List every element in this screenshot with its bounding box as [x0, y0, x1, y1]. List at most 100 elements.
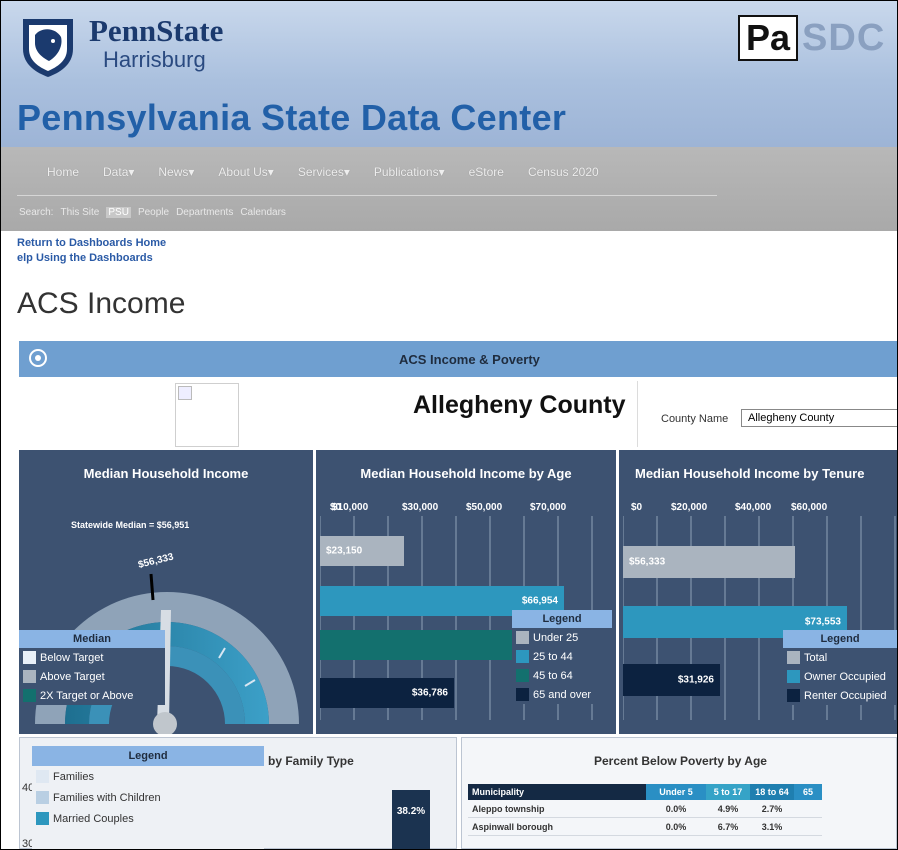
legend-item-2x-target: 2X Target or Above — [19, 686, 165, 705]
nittany-lion-shield-icon[interactable] — [19, 15, 77, 79]
col-under-5[interactable]: Under 5 — [646, 784, 706, 800]
search-scope-this-site[interactable]: This Site — [60, 207, 99, 218]
county-heading: Allegheny County — [413, 391, 626, 419]
col-18-to-64[interactable]: 18 to 64 — [750, 784, 794, 800]
income-by-age-panel: Median Household Income by Age $0 $10,00… — [316, 450, 616, 734]
table-row[interactable]: Aspinwall borough 0.0% 6.7% 3.1% — [468, 817, 822, 836]
nav-item-data[interactable]: Data▾ — [103, 165, 134, 179]
legend-item-25-to-44: 25 to 44 — [512, 647, 612, 666]
cell-value: 3.1% — [750, 817, 794, 836]
gauge-value-label: $56,333 — [137, 551, 175, 571]
dashboard-links: Return to Dashboards Home elp Using the … — [17, 236, 166, 266]
poverty-by-age-panel: Percent Below Poverty by Age Municipalit… — [461, 737, 897, 849]
nav-menu: Home Data▾ News▾ About Us▾ Services▾ Pub… — [47, 165, 623, 179]
nav-item-home[interactable]: Home — [47, 165, 79, 179]
nav-item-news[interactable]: News▾ — [158, 165, 194, 179]
age-tick: $50,000 — [466, 502, 503, 513]
nav-divider — [17, 195, 717, 196]
site-header: PennState Harrisburg Pa SDC Pennsylvania… — [1, 1, 897, 147]
county-divider — [637, 381, 638, 447]
poverty-by-age-title: Percent Below Poverty by Age — [594, 754, 767, 768]
county-name-label: County Name — [661, 413, 729, 425]
bar-label: $36,786 — [411, 687, 448, 699]
cell-value: 4.9% — [706, 800, 750, 818]
help-dashboards-link[interactable]: elp Using the Dashboards — [17, 251, 166, 266]
bar-renter-occupied[interactable]: $31,926 — [623, 664, 720, 696]
bar-label: $23,150 — [326, 545, 363, 557]
university-logo-text[interactable]: PennState Harrisburg — [89, 15, 223, 73]
tenure-legend: Legend Total Owner Occupied Renter Occup… — [783, 630, 897, 705]
legend-item-married-couples: Married Couples — [32, 808, 264, 829]
col-municipality[interactable]: Municipality — [468, 784, 646, 800]
legend-item-below-target: Below Target — [19, 648, 165, 667]
age-tick: $10,000 — [332, 502, 369, 513]
legend-item-total: Total — [783, 648, 897, 667]
statewide-median-label: Statewide Median = $56,951 — [71, 520, 190, 530]
age-legend-title: Legend — [512, 610, 612, 628]
pasdc-logo[interactable]: Pa SDC — [738, 15, 885, 61]
family-type-title: by Family Type — [268, 754, 354, 768]
bar-label: $66,954 — [521, 595, 558, 607]
bar-under-25[interactable]: $23,150 — [320, 536, 404, 566]
legend-item-above-target: Above Target — [19, 667, 165, 686]
bar-total[interactable]: $56,333 — [623, 546, 795, 578]
legend-item-families-with-children: Families with Children — [32, 787, 264, 808]
income-by-age-title: Median Household Income by Age — [360, 466, 572, 481]
nav-item-services[interactable]: Services▾ — [298, 165, 350, 179]
pasdc-logo-pa: Pa — [738, 15, 799, 61]
statewide-median-marker — [149, 573, 155, 601]
bar-label: $31,926 — [677, 674, 714, 686]
search-label: Search: — [19, 207, 54, 218]
nav-item-census-2020[interactable]: Census 2020 — [528, 165, 599, 179]
bar-65-and-over[interactable]: $36,786 — [320, 678, 454, 708]
search-scope-people[interactable]: People — [138, 207, 169, 218]
nav-item-about-us[interactable]: About Us▾ — [218, 165, 273, 179]
county-name-input[interactable] — [741, 409, 897, 427]
age-tick: $70,000 — [530, 502, 567, 513]
age-legend: Legend Under 25 25 to 44 45 to 64 65 and… — [512, 610, 612, 704]
legend-item-45-to-64: 45 to 64 — [512, 666, 612, 685]
tenure-tick: $0 — [631, 502, 643, 513]
bar-label: $56,333 — [629, 556, 666, 568]
search-scope-calendars[interactable]: Calendars — [240, 207, 286, 218]
family-legend: Legend Families Families with Children M… — [32, 746, 264, 849]
campus-name: Harrisburg — [103, 47, 206, 72]
return-dashboards-link[interactable]: Return to Dashboards Home — [17, 236, 166, 251]
pasdc-logo-sdc: SDC — [802, 16, 886, 59]
dashboard-title-bar: ACS Income & Poverty — [19, 341, 897, 377]
page-title: ACS Income — [17, 287, 186, 320]
legend-item-renter-occupied: Renter Occupied — [783, 686, 897, 705]
legend-item-families: Families — [32, 766, 264, 787]
table-row[interactable]: Aleppo township 0.0% 4.9% 2.7% — [468, 800, 822, 818]
income-by-tenure-title: Median Household Income by Tenure — [635, 466, 865, 481]
broken-image-icon — [178, 386, 192, 400]
nav-item-publications[interactable]: Publications▾ — [374, 165, 445, 179]
cell-value: 6.7% — [706, 817, 750, 836]
dashboard-title: ACS Income & Poverty — [399, 352, 540, 367]
county-image-placeholder — [175, 383, 239, 447]
median-income-panel: Median Household Income Statewide Median… — [19, 450, 313, 734]
dashboard-menu-icon[interactable] — [29, 349, 47, 367]
nav-item-estore[interactable]: eStore — [469, 165, 504, 179]
poverty-by-age-table: Municipality Under 5 5 to 17 18 to 64 65… — [468, 784, 822, 836]
search-scope-psu[interactable]: PSU — [106, 207, 131, 218]
age-tick: $30,000 — [402, 502, 439, 513]
cell-value: 0.0% — [646, 800, 706, 818]
gauge-hub — [153, 712, 177, 734]
tenure-tick: $20,000 — [671, 502, 708, 513]
income-by-tenure-panel: Median Household Income by Tenure $0 $20… — [619, 450, 897, 734]
poverty-by-family-panel: by Family Type 40 30 38.2% Legend Famili… — [19, 737, 457, 849]
tenure-tick: $60,000 — [791, 502, 828, 513]
family-legend-title: Legend — [32, 746, 264, 766]
cell-value: 0.0% — [646, 817, 706, 836]
site-title[interactable]: Pennsylvania State Data Center — [17, 97, 566, 139]
table-header-row: Municipality Under 5 5 to 17 18 to 64 65 — [468, 784, 822, 800]
cell-municipality: Aleppo township — [468, 800, 646, 818]
county-header: Allegheny County County Name — [19, 377, 897, 449]
family-bar: 38.2% — [392, 790, 430, 849]
cell-value: 2.7% — [750, 800, 794, 818]
search-scope-departments[interactable]: Departments — [176, 207, 233, 218]
col-65[interactable]: 65 — [794, 784, 822, 800]
col-5-to-17[interactable]: 5 to 17 — [706, 784, 750, 800]
median-legend-title: Median — [19, 630, 165, 648]
